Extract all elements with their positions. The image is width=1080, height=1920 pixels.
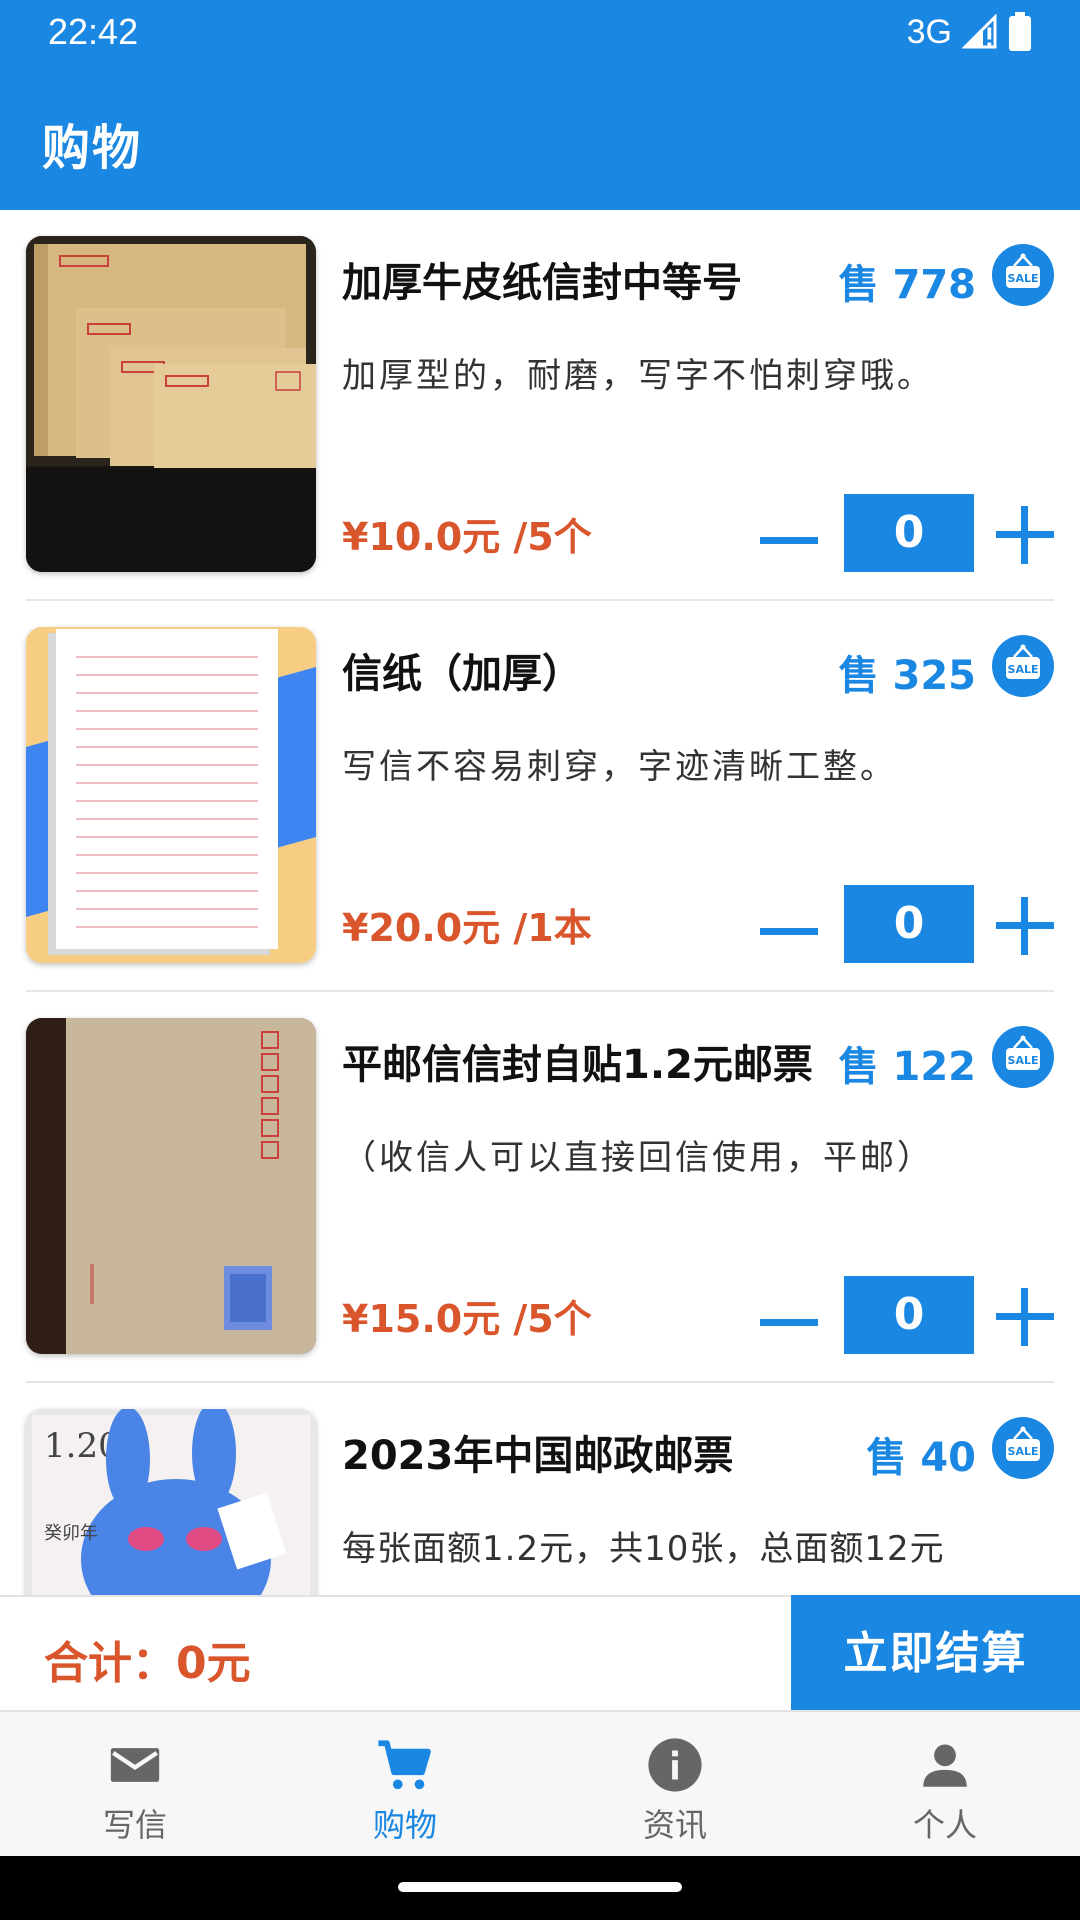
product-name: 平邮信信封自贴1.2元邮票 [342, 1042, 813, 1088]
decrease-quantity-button[interactable] [758, 901, 820, 961]
quantity-field[interactable]: 0 [844, 494, 974, 572]
person-icon [923, 1744, 967, 1787]
product-name: 加厚牛皮纸信封中等号 [342, 260, 742, 306]
product-name: 信纸（加厚） [342, 651, 582, 697]
status-time: 22:42 [48, 11, 139, 52]
product-item: 加厚牛皮纸信封中等号 售 778 SALE 加厚型的，耐磨，写字不怕刺穿哦。 ¥… [0, 210, 1080, 601]
info-icon [648, 1738, 702, 1792]
sale-tag-icon: SALE [992, 635, 1054, 697]
cart-total: 合计：0元 [44, 1638, 251, 1689]
increase-quantity-button[interactable] [994, 504, 1056, 566]
product-image-kraft-envelopes[interactable] [26, 236, 316, 572]
cart-icon [378, 1740, 431, 1790]
product-description: （收信人可以直接回信使用，平邮） [342, 1138, 934, 1178]
product-price: ¥10.0元 /5个 [342, 515, 592, 559]
product-item: 平邮信信封自贴1.2元邮票 售 122 SALE （收信人可以直接回信使用，平邮… [0, 992, 1080, 1383]
sold-count: 售 325 [838, 653, 976, 699]
home-gesture-handle[interactable] [398, 1882, 682, 1892]
nav-item-profile[interactable]: 个人 [810, 1712, 1080, 1856]
increase-quantity-button[interactable] [994, 895, 1056, 957]
svg-text:SALE: SALE [1008, 272, 1039, 285]
quantity-field[interactable]: 0 [844, 1276, 974, 1354]
status-indicators: 3G [907, 8, 1032, 56]
sold-count: 售 40 [866, 1435, 976, 1481]
nav-label-write: 写信 [102, 1806, 167, 1844]
nav-item-news[interactable]: 资讯 [540, 1712, 810, 1856]
product-list[interactable]: 加厚牛皮纸信封中等号 售 778 SALE 加厚型的，耐磨，写字不怕刺穿哦。 ¥… [0, 210, 1080, 1596]
product-price: ¥20.0元 /1本 [342, 906, 592, 950]
nav-label-profile: 个人 [912, 1806, 977, 1844]
svg-text:癸卯年: 癸卯年 [44, 1523, 98, 1544]
product-item: 1.20 癸卯年 2023年中国邮政邮票 售 40 SALE 每张面额1.2元，… [0, 1383, 1080, 1596]
product-image-letter-paper-pad[interactable] [26, 627, 316, 963]
system-navigation-bar [0, 1856, 1080, 1920]
decrease-quantity-button[interactable] [758, 1292, 820, 1352]
sale-tag-icon: SALE [992, 244, 1054, 306]
checkout-button[interactable]: 立即结算 [791, 1595, 1080, 1712]
product-image-rabbit-stamp[interactable]: 1.20 癸卯年 [26, 1409, 316, 1596]
signal-icon [962, 14, 997, 49]
increase-quantity-button[interactable] [994, 1286, 1056, 1348]
bottom-navigation: 写信 购物 资讯 个人 [0, 1710, 1080, 1856]
sale-tag-icon: SALE [992, 1026, 1054, 1088]
mail-icon [110, 1748, 160, 1782]
nav-label-shop: 购物 [372, 1806, 437, 1844]
top-app-bar: 22:42 3G 购物 [0, 0, 1080, 210]
page-title: 购物 [42, 120, 143, 176]
product-item: 信纸（加厚） 售 325 SALE 写信不容易刺穿，字迹清晰工整。 ¥20.0元… [0, 601, 1080, 992]
product-description: 每张面额1.2元，共10张，总面额12元 [342, 1529, 945, 1569]
sale-tag-icon: SALE [992, 1417, 1054, 1479]
product-price: ¥15.0元 /5个 [342, 1297, 592, 1341]
network-type: 3G [906, 12, 952, 51]
svg-text:SALE: SALE [1008, 1054, 1039, 1067]
quantity-field[interactable]: 0 [844, 885, 974, 963]
nav-item-shop[interactable]: 购物 [270, 1712, 540, 1856]
product-description: 写信不容易刺穿，字迹清晰工整。 [342, 747, 897, 787]
product-description: 加厚型的，耐磨，写字不怕刺穿哦。 [342, 356, 934, 396]
nav-label-news: 资讯 [642, 1806, 707, 1844]
nav-item-write[interactable]: 写信 [0, 1712, 270, 1856]
product-image-envelope-with-stamp[interactable] [26, 1018, 316, 1354]
svg-text:SALE: SALE [1008, 663, 1039, 676]
sold-count: 售 122 [838, 1044, 976, 1090]
sold-count: 售 778 [838, 262, 976, 308]
battery-icon [1009, 12, 1031, 51]
product-name: 2023年中国邮政邮票 [342, 1433, 734, 1479]
shopping-screen: 22:42 3G 购物 加厚牛皮纸信封中等号 售 778 SALE 加厚型的，耐… [0, 0, 1080, 1920]
svg-text:SALE: SALE [1008, 1445, 1039, 1458]
checkout-bar: 合计：0元 立即结算 [0, 1595, 1080, 1712]
decrease-quantity-button[interactable] [758, 510, 820, 570]
